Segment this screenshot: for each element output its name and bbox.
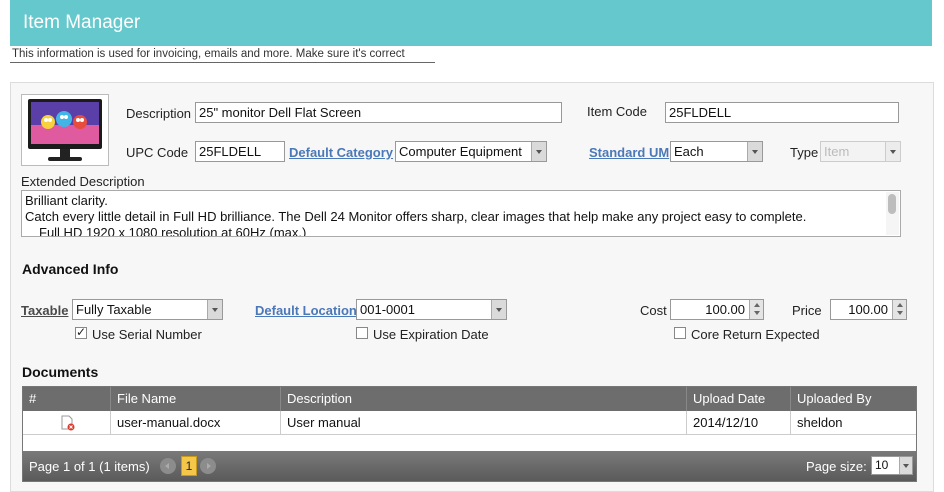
uploaded-by-cell: sheldon [797, 415, 843, 430]
textarea-scrollbar[interactable] [886, 192, 899, 235]
page-size-value: 10 [875, 458, 889, 472]
page-subtitle: This information is used for invoicing, … [12, 48, 405, 60]
column-header-uploaded-by[interactable]: Uploaded By [791, 387, 916, 411]
item-code-label: Item Code [587, 104, 647, 119]
upload-date-cell: 2014/12/10 [687, 411, 791, 435]
grid-pager: Page 1 of 1 (1 items) 1 Page size: 10 [23, 451, 916, 481]
upc-input[interactable]: 25FLDELL [195, 141, 285, 162]
description-cell: User manual [281, 411, 687, 435]
price-label: Price [792, 303, 822, 318]
category-select[interactable]: Computer Equipment [395, 141, 547, 162]
page-size-select[interactable]: 10 [871, 456, 913, 475]
price-spinner[interactable] [892, 300, 906, 319]
extended-line: Brilliant clarity. [25, 193, 108, 208]
item-code-input[interactable]: 25FLDELL [665, 102, 899, 123]
pager-info: Page 1 of 1 (1 items) [29, 459, 150, 474]
default-location-link[interactable]: Default Location [255, 303, 357, 318]
chevron-down-icon[interactable] [531, 142, 546, 161]
monitor-image [28, 99, 102, 161]
taxable-value: Fully Taxable [76, 302, 152, 317]
item-image [21, 94, 109, 166]
standard-um-link[interactable]: Standard UM [589, 145, 669, 160]
current-page-button[interactable]: 1 [181, 456, 197, 476]
header-bar: Item Manager [10, 0, 932, 46]
type-value: Item [824, 144, 850, 159]
cost-value: 100.00 [705, 302, 745, 317]
chevron-down-icon[interactable] [747, 142, 762, 161]
default-category-link[interactable]: Default Category [289, 145, 393, 160]
category-value: Computer Equipment [399, 144, 522, 159]
uom-select[interactable]: Each [670, 141, 763, 162]
extended-line: Full HD 1920 x 1080 resolution at 60Hz (… [39, 225, 307, 237]
location-select[interactable]: 001-0001 [356, 299, 507, 320]
core-return-checkbox[interactable] [674, 327, 686, 339]
cost-label: Cost [640, 303, 667, 318]
prev-page-icon[interactable] [160, 458, 176, 474]
file-name-cell: user-manual.docx [111, 411, 281, 435]
cost-spinner[interactable] [749, 300, 763, 319]
location-value: 001-0001 [360, 302, 415, 317]
column-header-number[interactable]: # [23, 387, 111, 411]
column-header-upload-date[interactable]: Upload Date [687, 387, 791, 411]
description-label: Description [126, 106, 192, 121]
page-size-label: Page size: [806, 459, 867, 474]
chevron-down-icon[interactable] [899, 457, 912, 474]
expiration-date-label: Use Expiration Date [373, 327, 489, 342]
advanced-info-heading: Advanced Info [22, 261, 119, 277]
chevron-down-icon[interactable] [207, 300, 222, 319]
column-header-file-name[interactable]: File Name [111, 387, 281, 411]
price-input[interactable]: 100.00 [830, 299, 907, 320]
description-input[interactable]: 25" monitor Dell Flat Screen [195, 102, 562, 123]
scrollbar-thumb[interactable] [888, 194, 896, 214]
delete-document-icon[interactable] [61, 415, 75, 431]
column-header-description[interactable]: Description [281, 387, 687, 411]
uom-value: Each [674, 144, 704, 159]
price-value: 100.00 [848, 302, 888, 317]
extended-description-label: Extended Description [21, 174, 145, 189]
extended-description-textarea[interactable]: Brilliant clarity. Catch every little de… [21, 190, 901, 237]
taxable-select[interactable]: Fully Taxable [72, 299, 223, 320]
expiration-date-checkbox[interactable] [356, 327, 368, 339]
serial-number-checkbox[interactable] [75, 325, 87, 339]
upc-label: UPC Code [126, 145, 189, 160]
page-title: Item Manager [23, 12, 141, 33]
chevron-down-icon[interactable] [885, 142, 900, 161]
core-return-label: Core Return Expected [691, 327, 820, 342]
serial-number-label: Use Serial Number [92, 327, 202, 342]
grid-header: # File Name Description Upload Date Uplo… [23, 387, 916, 411]
table-row[interactable]: user-manual.docx User manual 2014/12/10 … [23, 411, 916, 435]
documents-heading: Documents [22, 364, 99, 380]
next-page-icon[interactable] [200, 458, 216, 474]
taxable-link[interactable]: Taxable [21, 303, 68, 318]
subtitle-divider [10, 62, 435, 63]
row-icon-cell [23, 411, 111, 435]
type-select[interactable]: Item [820, 141, 901, 162]
documents-grid: # File Name Description Upload Date Uplo… [22, 386, 917, 482]
cost-input[interactable]: 100.00 [670, 299, 764, 320]
type-label: Type [790, 145, 819, 160]
chevron-down-icon[interactable] [491, 300, 506, 319]
extended-line: Catch every little detail in Full HD bri… [25, 209, 807, 224]
